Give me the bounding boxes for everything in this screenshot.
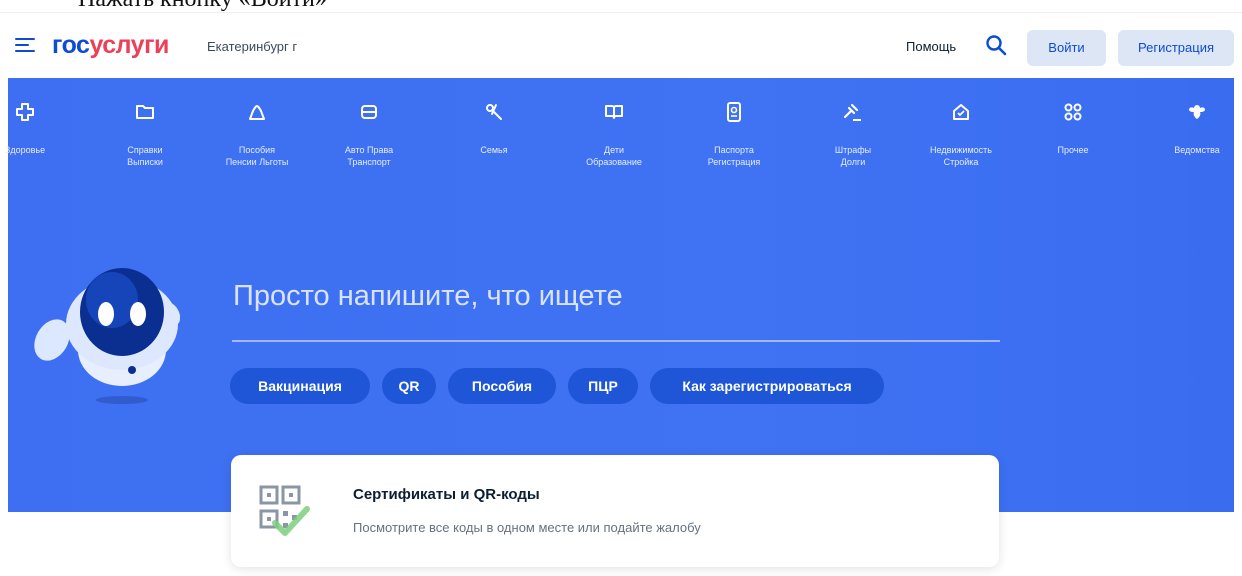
search-underline <box>232 340 1000 342</box>
category-label: Недвижимость Стройка <box>930 145 992 167</box>
emblem-icon <box>1187 102 1207 122</box>
chip-qr[interactable]: QR <box>382 368 436 404</box>
category-fines[interactable]: Штрафы Долги <box>798 78 908 188</box>
register-button[interactable]: Регистрация <box>1118 30 1234 66</box>
search-prompt[interactable]: Просто напишите, что ищете <box>233 280 623 313</box>
gavel-icon <box>843 102 863 122</box>
logo[interactable]: госуслуги <box>52 31 169 60</box>
city-selector[interactable]: Екатеринбург г <box>207 39 297 54</box>
qr-certificate-icon <box>259 485 311 539</box>
logo-uslugi: услуги <box>89 31 169 59</box>
category-label: Прочее <box>1057 145 1089 155</box>
passport-icon <box>724 102 744 122</box>
grid-icon <box>1063 102 1083 122</box>
category-label: Пособия Пенсии Льготы <box>225 145 289 167</box>
category-health[interactable]: Здоровье <box>0 78 80 188</box>
folder-icon <box>135 102 155 122</box>
category-label: Семья <box>480 145 508 155</box>
category-label: Паспорта Регистрация <box>707 145 761 167</box>
category-realty[interactable]: Недвижимость Стройка <box>906 78 1016 188</box>
qr-certificates-card[interactable]: Сертификаты и QR-коды Посмотрите все код… <box>231 455 999 567</box>
category-label: Дети Образование <box>586 145 642 167</box>
health-cross-icon <box>15 102 35 122</box>
chip-pcr[interactable]: ПЦР <box>568 368 638 404</box>
logo-gos: гос <box>52 31 90 59</box>
category-label: Справки Выписки <box>127 145 163 167</box>
chip-benefits[interactable]: Пособия <box>448 368 556 404</box>
card-title: Сертификаты и QR-коды <box>353 486 540 503</box>
category-bar: Здоровье Справки Выписки Пособия Пенсии … <box>5 78 1234 198</box>
benefits-icon <box>247 102 267 122</box>
site-header: госуслуги Екатеринбург г Помощь Войти Ре… <box>0 12 1242 76</box>
robot-assistant-icon <box>30 250 181 420</box>
category-label: Авто Права Транспорт <box>344 145 394 167</box>
category-family[interactable]: Семья <box>439 78 549 188</box>
category-children[interactable]: Дети Образование <box>559 78 669 188</box>
menu-icon[interactable] <box>15 38 35 54</box>
category-auto[interactable]: Авто Права Транспорт <box>314 78 424 188</box>
hero-section: Здоровье Справки Выписки Пособия Пенсии … <box>5 78 1234 512</box>
category-agencies[interactable]: Ведомства <box>1142 78 1242 188</box>
category-certificates[interactable]: Справки Выписки <box>90 78 200 188</box>
card-subtitle: Посмотрите все коды в одном месте или по… <box>353 520 701 535</box>
category-label: Здоровье <box>4 145 46 155</box>
category-benefits[interactable]: Пособия Пенсии Льготы <box>202 78 312 188</box>
help-link[interactable]: Помощь <box>906 39 956 54</box>
car-icon <box>359 102 379 122</box>
book-icon <box>604 102 624 122</box>
chip-vaccination[interactable]: Вакцинация <box>230 368 370 404</box>
category-label: Штрафы Долги <box>834 145 872 167</box>
category-other[interactable]: Прочее <box>1018 78 1128 188</box>
category-label: Ведомства <box>1174 145 1220 155</box>
family-icon <box>484 102 504 122</box>
category-passports[interactable]: Паспорта Регистрация <box>679 78 789 188</box>
login-button[interactable]: Войти <box>1027 30 1106 66</box>
search-icon[interactable] <box>984 33 1008 57</box>
chip-how-to-register[interactable]: Как зарегистрироваться <box>650 368 884 404</box>
house-icon <box>951 102 971 122</box>
